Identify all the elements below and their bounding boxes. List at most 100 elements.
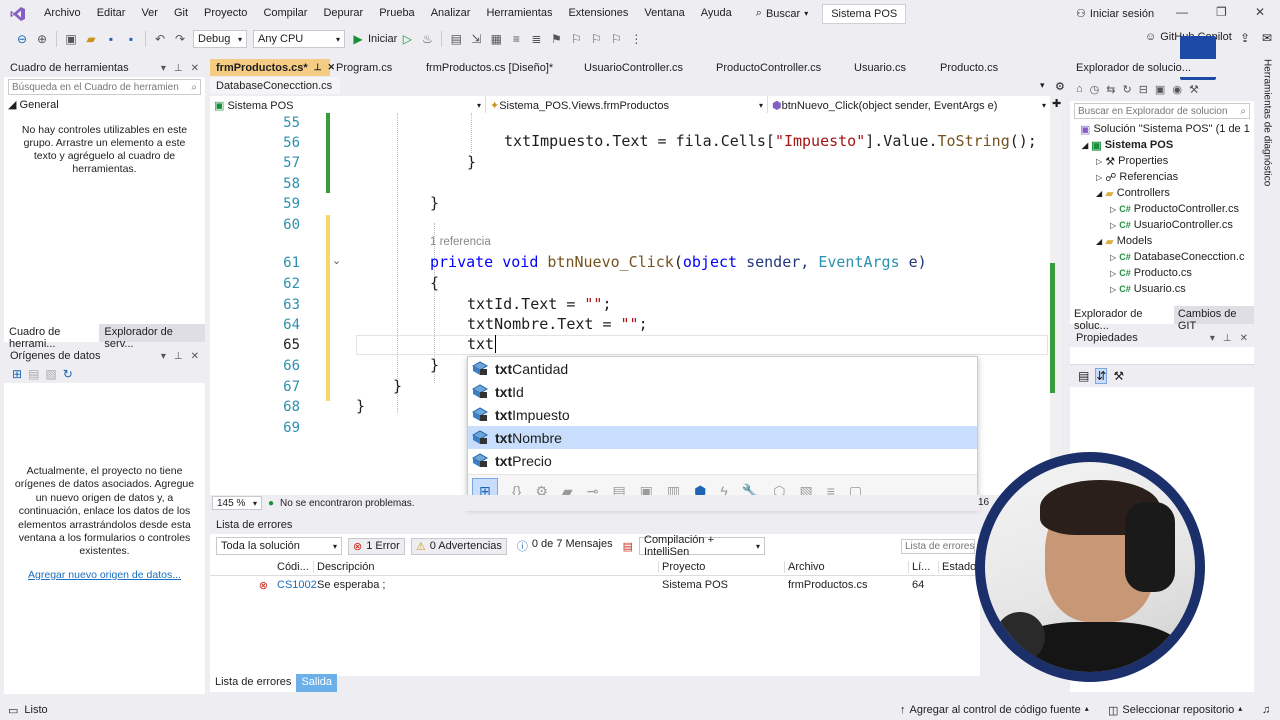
tab-error-list[interactable]: Lista de errores [210,674,297,692]
col-project[interactable]: Proyecto [659,560,785,573]
tab-frmproductos-designer[interactable]: frmProductos.cs [Diseño]* [420,59,578,76]
overflow-icon[interactable]: ⋮ [626,29,646,49]
intellisense-item[interactable]: txt Cantidad [468,357,977,380]
wrench-icon[interactable]: ⚒ [1113,369,1124,383]
tab-producto-cs[interactable]: Producto.cs [934,59,1024,76]
platform-select[interactable]: Any CPU ▾ [253,30,345,48]
bookmark-prev-icon[interactable]: ⚐ [566,29,586,49]
dropdown-icon[interactable]: ▾ [1210,333,1215,344]
step-icon[interactable]: ⇲ [466,29,486,49]
tab-usuario-cs[interactable]: Usuario.cs [848,59,934,76]
add-datasource-link[interactable]: Agregar nuevo origen de datos... [10,569,199,581]
tab-productocontroller[interactable]: ProductoController.cs [710,59,848,76]
config-select[interactable]: Debug ▾ [193,30,247,48]
intellisense-item-selected[interactable]: txt Nombre [468,426,977,449]
errors-filter-button[interactable]: ⊗ 1 Error [348,537,405,555]
menu-editar[interactable]: Editar [89,0,134,27]
menu-herramientas[interactable]: Herramientas [478,0,560,27]
refresh-icon[interactable]: ↻ [63,367,73,381]
bookmark-clear-icon[interactable]: ⚐ [606,29,626,49]
feedback-icon[interactable]: ✉ [1262,31,1272,45]
class-select[interactable]: ✦Sistema_POS.Views.frmProductos ▾ [486,96,768,114]
tree-item-productocontroller[interactable]: ▷ C# ProductoController.cs [1074,201,1250,217]
messages-filter-button[interactable]: ⓘ 0 de 7 Mensajes [513,537,617,555]
search-menu[interactable]: ⌕ Buscar ▾ [748,7,816,20]
forward-icon[interactable]: ⊕ [32,29,52,49]
tab-program-cs[interactable]: Program.cs [330,59,420,76]
col-line[interactable]: Lí... [909,560,939,573]
pin-icon[interactable]: ⊥ [1223,333,1232,344]
preview-icon[interactable]: ◉ [1172,83,1182,96]
dropdown-icon[interactable]: ▾ [161,351,166,362]
sync-icon[interactable]: ⇆ [1106,83,1115,96]
undo-icon[interactable]: ↶ [150,29,170,49]
error-code[interactable]: CS1002 [274,579,317,591]
add-source-control-button[interactable]: ↑ Agregar al control de código fuente ▴ [900,704,1089,716]
tab-solution-explorer[interactable]: Explorador de soluc... [1070,306,1174,332]
menu-ventana[interactable]: Ventana [636,0,692,27]
toolbox-group[interactable]: ◢ General [8,98,201,111]
restore-icon[interactable]: ❐ [1216,5,1227,19]
add-icon[interactable]: ✚ [1052,97,1061,110]
login-button[interactable]: ⚇ Iniciar sesión [1076,7,1154,21]
error-search-input[interactable]: Lista de errores [901,538,975,554]
minimize-icon[interactable]: — [1176,5,1188,19]
menu-extensiones[interactable]: Extensiones [560,0,636,27]
menu-proyecto[interactable]: Proyecto [196,0,255,27]
menu-prueba[interactable]: Prueba [371,0,422,27]
scope-select[interactable]: Toda la solución ▾ [216,537,342,555]
wrench-icon[interactable]: ⚒ [1189,83,1199,96]
start-button[interactable]: Iniciar [368,33,397,45]
tree-item-solution[interactable]: ▣ Solución "Sistema POS" (1 de 1 [1074,121,1250,137]
format-icon[interactable]: ≡ [506,29,526,49]
layout-icon[interactable]: ▤ [446,29,466,49]
close-icon[interactable]: ✕ [1255,5,1265,19]
tree-item-producto[interactable]: ▷ C# Producto.cs [1074,265,1250,281]
select-repo-button[interactable]: ◫ Seleccionar repositorio ▴ [1108,704,1242,717]
add-datasource-icon[interactable]: ⊞ [12,367,22,381]
alphabetical-icon[interactable]: ⇵ [1095,368,1108,384]
tree-item-properties[interactable]: ▷ ⚒ Properties [1074,153,1250,169]
tree-item-usuario[interactable]: ▷ C# Usuario.cs [1074,281,1250,297]
codelens-references[interactable]: 1 referencia [430,236,491,248]
pin-icon[interactable]: ⊥ [174,63,183,74]
tab-output[interactable]: Salida [296,674,338,692]
close-icon[interactable]: ✕ [1240,333,1248,344]
start-without-debug-icon[interactable]: ▷ [397,29,417,49]
grid-icon[interactable]: ▦ [486,29,506,49]
tab-toolbox[interactable]: Cuadro de herrami... [4,324,100,350]
col-code[interactable]: Códi... [274,560,314,573]
tab-usuariocontroller[interactable]: UsuarioController.cs [578,59,710,76]
collapse-icon[interactable]: ⌄ [332,254,341,267]
tree-item-models[interactable]: ◢ ▰ Models [1074,233,1250,249]
configure-icon[interactable]: ▧ [45,367,56,381]
home-icon[interactable]: ⌂ [1076,83,1083,95]
history-icon[interactable]: ◷ [1090,83,1100,96]
tab-server-explorer[interactable]: Explorador de serv... [99,324,205,350]
save-all-icon[interactable]: ▪ [121,29,141,49]
pin-icon[interactable]: ⊥ [314,62,322,73]
intellisense-item[interactable]: txt Impuesto [468,403,977,426]
back-icon[interactable]: ⊖ [12,29,32,49]
pin-icon[interactable]: ⊥ [174,351,183,362]
tab-databaseconecction[interactable]: DatabaseConecction.cs [210,77,340,94]
dropdown-icon[interactable]: ▾ [161,63,166,74]
zoom-select[interactable]: 145 % ▾ [212,496,262,510]
bookmark-next-icon[interactable]: ⚐ [586,29,606,49]
menu-ayuda[interactable]: Ayuda [693,0,740,27]
intellisense-item[interactable]: txt Precio [468,449,977,472]
solution-search-input[interactable]: Buscar en Explorador de solucion ⌕ [1074,103,1250,119]
save-icon[interactable]: ▪ [101,29,121,49]
tree-item-project[interactable]: ◢ ▣ Sistema POS [1074,137,1250,153]
warnings-filter-button[interactable]: ⚠ 0 Advertencias [410,537,507,555]
show-all-icon[interactable]: ▣ [1155,83,1165,96]
col-description[interactable]: Descripción [314,560,659,573]
open-folder-icon[interactable]: ▰ [81,29,101,49]
filter-icon[interactable]: ▤ [623,540,633,553]
comment-icon[interactable]: ≣ [526,29,546,49]
menu-compilar[interactable]: Compilar [255,0,315,27]
menu-archivo[interactable]: Archivo [36,0,89,27]
vertical-scrollbar[interactable] [1050,113,1062,496]
categorized-icon[interactable]: ▤ [1078,369,1089,383]
intellisense-item[interactable]: txt Id [468,380,977,403]
